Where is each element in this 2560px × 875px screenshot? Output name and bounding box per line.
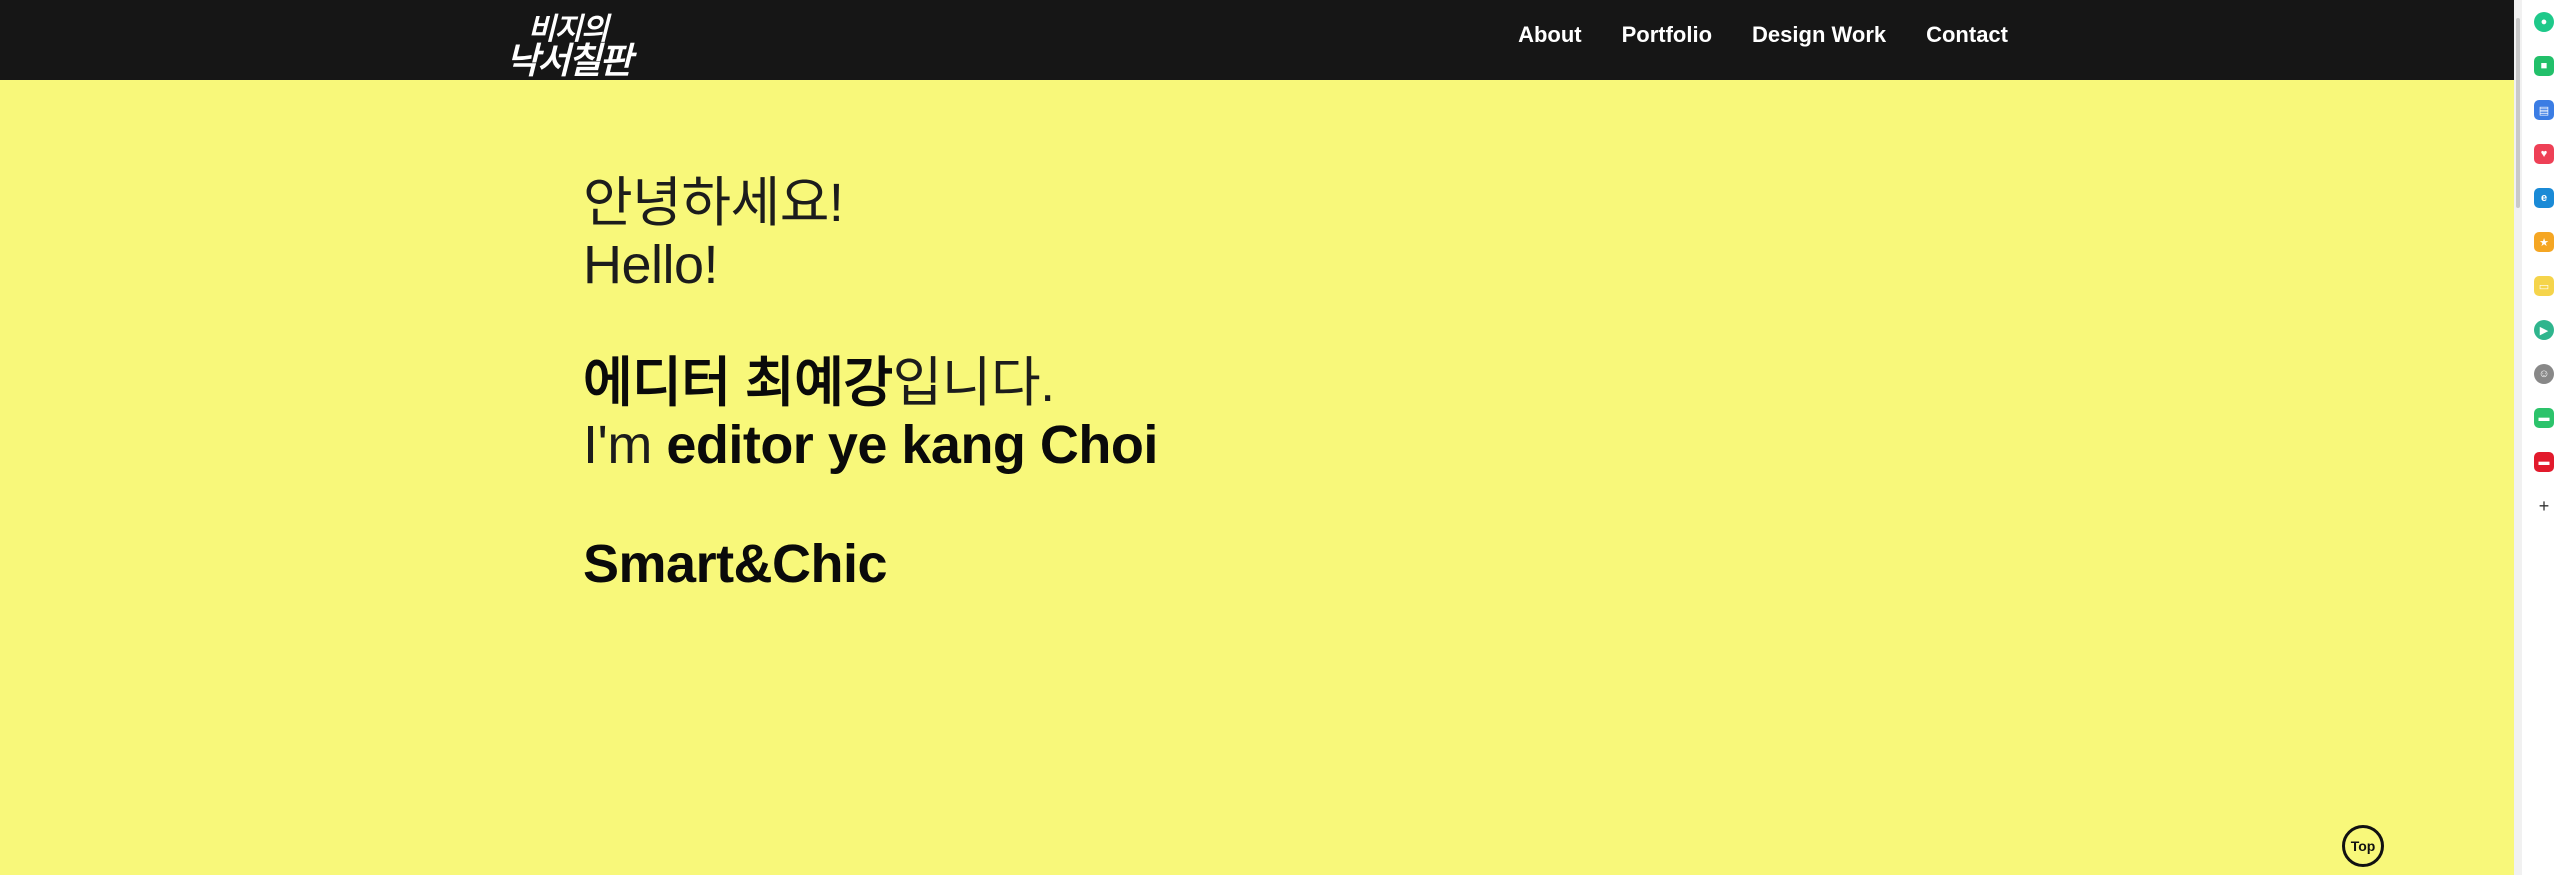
green-play-icon[interactable]: ▶ <box>2534 320 2554 340</box>
site-logo[interactable]: 비지의 낙서칠판 <box>500 2 650 82</box>
tagline: Smart&Chic <box>583 534 888 594</box>
nav-about-link[interactable]: About <box>1518 22 1582 48</box>
red-pocket-icon[interactable]: ♥ <box>2534 144 2554 164</box>
greeting-korean: 안녕하세요! <box>583 173 844 233</box>
avatar-icon[interactable]: ☺ <box>2534 364 2554 384</box>
intro-korean-suffix: 입니다. <box>892 353 1056 413</box>
logo-line-2: 낙서칠판 <box>506 40 632 82</box>
scrollbar-thumb[interactable] <box>2516 18 2520 208</box>
add-panel-icon[interactable]: + <box>2534 496 2554 516</box>
green-webtoon-icon[interactable]: ▬ <box>2534 408 2554 428</box>
red-app-icon[interactable]: ▬ <box>2534 452 2554 472</box>
intro-korean-name: 에디터 최예강 <box>583 353 893 413</box>
yellow-note-icon[interactable]: ▭ <box>2534 276 2554 296</box>
intro-english: I'm editor ye kang Choi <box>583 414 1158 476</box>
intro-korean: 에디터 최예강입니다. <box>583 352 1158 414</box>
nav-contact-link[interactable]: Contact <box>1926 22 2008 48</box>
browser-side-panel: ● ■ ▤ ♥ e ★ ▭ ▶ ☺ ▬ ▬ + <box>2514 0 2560 875</box>
greeting-english: Hello! <box>583 235 719 295</box>
top-navbar: 비지의 낙서칠판 About Portfolio Design Work Con… <box>0 0 2514 82</box>
scroll-top-button[interactable]: Top <box>2342 825 2384 867</box>
green-app-icon[interactable]: ■ <box>2534 56 2554 76</box>
scrollbar[interactable] <box>2514 0 2522 875</box>
green-circle-icon[interactable]: ● <box>2534 12 2554 32</box>
intro-english-name: editor ye kang Choi <box>666 415 1158 475</box>
nav-portfolio-link[interactable]: Portfolio <box>1622 22 1712 48</box>
page: 비지의 낙서칠판 About Portfolio Design Work Con… <box>0 0 2514 875</box>
blue-window-icon[interactable]: ▤ <box>2534 100 2554 120</box>
nav-design-work-link[interactable]: Design Work <box>1752 22 1886 48</box>
orange-star-icon[interactable]: ★ <box>2534 232 2554 252</box>
intro-english-prefix: I'm <box>583 415 667 475</box>
hero-section: 안녕하세요! Hello! 에디터 최예강입니다. I'm editor ye … <box>583 172 1158 595</box>
edge-icon[interactable]: e <box>2534 188 2554 208</box>
main-nav: About Portfolio Design Work Contact <box>1518 0 2008 70</box>
